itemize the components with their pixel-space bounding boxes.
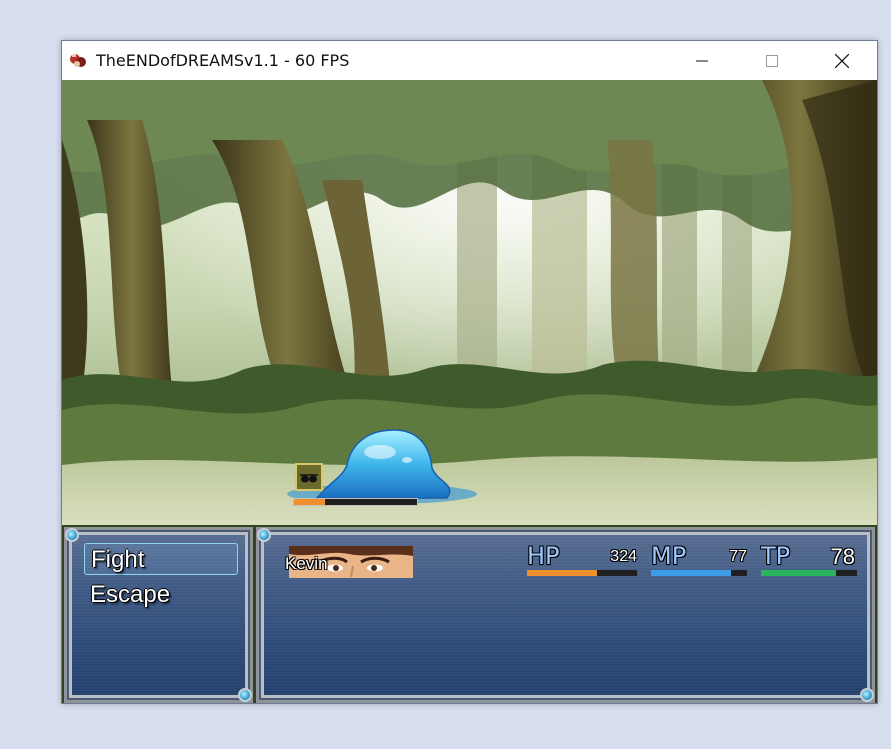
close-icon [835,53,849,68]
enemy-state-icon [295,463,323,491]
maximize-button[interactable] [737,41,807,80]
title-bar[interactable]: TheENDofDREAMSv1.1 - 60 FPS [62,41,877,80]
command-escape[interactable]: Escape [84,579,238,611]
corner-gem [257,528,271,542]
tp-gauge-fill [761,570,836,576]
enemy-gauge [293,498,418,506]
sunglasses-icon [300,474,318,483]
corner-gem [238,688,252,702]
hp-gauge-fill [527,570,598,576]
game-canvas[interactable]: Fight Escape Kevin HP 324 MP 77 TP 78 [62,80,877,703]
corner-gem [65,528,79,542]
maximize-icon [766,54,778,67]
mp-gauge-fill [651,570,731,576]
tp-label: TP [761,542,791,570]
mp-gauge [651,570,747,576]
app-icon [70,54,86,67]
hp-gauge [527,570,637,576]
hp-value: 324 [610,548,637,565]
command-fight[interactable]: Fight [84,543,238,575]
party-command-window: Fight Escape [64,527,253,703]
forest-battleback [62,80,877,525]
close-button[interactable] [807,41,877,80]
mp-label: MP [651,542,687,570]
tp-value: 78 [830,544,855,569]
mp-value: 77 [729,548,747,565]
actor-row[interactable]: Kevin HP 324 MP 77 TP 78 [269,542,859,582]
battle-status-window: Kevin HP 324 MP 77 TP 78 [256,527,875,703]
actor-name: Kevin [285,554,328,573]
game-window: TheENDofDREAMSv1.1 - 60 FPS Fight Escape… [61,40,878,704]
minimize-button[interactable] [667,41,737,80]
minimize-icon [696,60,708,61]
window-title: TheENDofDREAMSv1.1 - 60 FPS [96,51,350,70]
corner-gem [860,688,874,702]
enemy-gauge-fill [294,499,325,505]
hp-label: HP [527,542,560,570]
tp-gauge [761,570,857,576]
